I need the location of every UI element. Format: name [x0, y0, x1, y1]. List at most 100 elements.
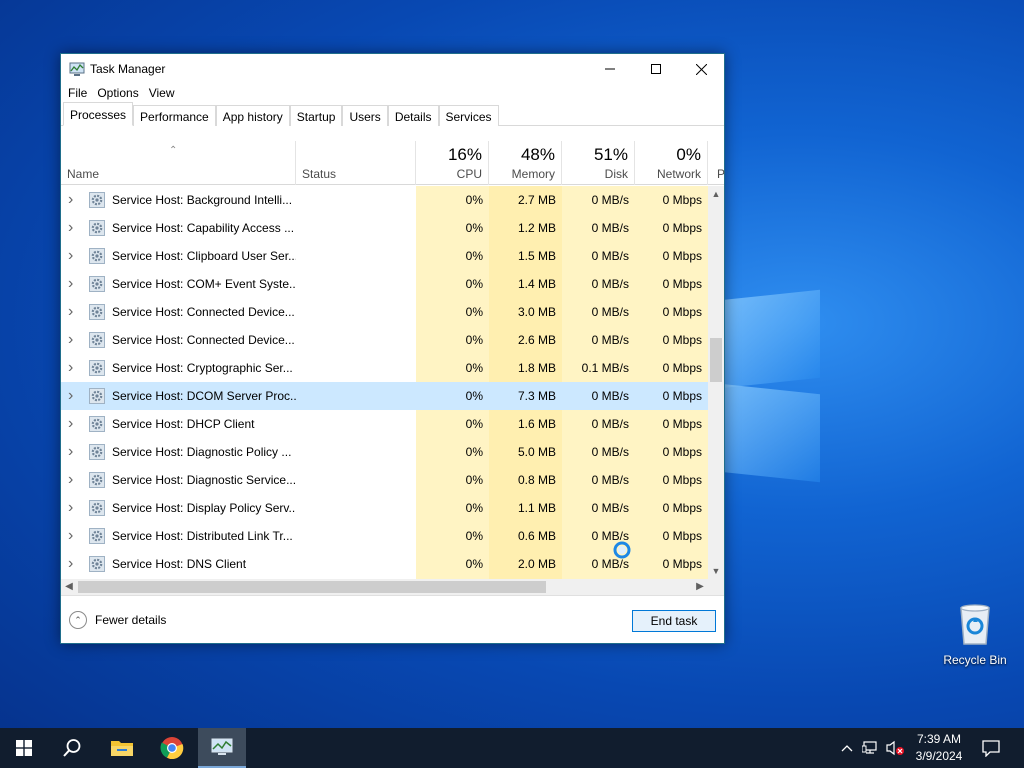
minimize-button[interactable] — [587, 54, 633, 84]
process-row[interactable]: › Service Host: Connected Device... 0% 3.0 … — [61, 298, 708, 326]
vertical-scroll-thumb[interactable] — [710, 338, 722, 382]
expand-chevron-icon[interactable]: › — [68, 466, 73, 494]
end-task-button[interactable]: End task — [632, 610, 716, 632]
scroll-left-icon[interactable]: ◀ — [61, 579, 77, 595]
process-cpu: 0% — [465, 249, 483, 263]
tab-app-history[interactable]: App history — [215, 105, 290, 126]
title-bar[interactable]: Task Manager — [61, 54, 724, 84]
expand-chevron-icon[interactable]: › — [68, 438, 73, 466]
scrollbar-corner — [708, 579, 724, 595]
footer-bar: ⌃ Fewer details End task — [61, 595, 724, 643]
file-explorer-button[interactable] — [98, 728, 146, 768]
process-row[interactable]: › Service Host: Connected Device... 0% 2.6 … — [61, 326, 708, 354]
expand-chevron-icon[interactable]: › — [68, 550, 73, 578]
process-network: 0 Mbps — [662, 193, 702, 207]
notifications-button[interactable] — [978, 728, 1004, 768]
maximize-button[interactable] — [633, 54, 679, 84]
process-row[interactable]: › Service Host: DHCP Client 0% 1.6 MB 0 MB/s… — [61, 410, 708, 438]
busy-cursor-icon — [613, 541, 631, 559]
process-memory: 1.8 MB — [517, 361, 556, 375]
start-button[interactable] — [0, 728, 48, 768]
scroll-up-icon[interactable]: ▲ — [708, 186, 724, 202]
expand-chevron-icon[interactable]: › — [68, 382, 73, 410]
menu-file[interactable]: File — [63, 84, 92, 104]
process-status — [302, 354, 416, 382]
column-header-network[interactable]: 0% Network — [635, 141, 708, 185]
service-gear-icon — [89, 444, 105, 460]
process-memory: 0.8 MB — [517, 473, 556, 487]
horizontal-scrollbar[interactable]: ◀ ▶ — [61, 579, 708, 595]
process-disk: 0 MB/s — [591, 249, 629, 263]
expand-chevron-icon[interactable]: › — [68, 214, 73, 242]
task-manager-taskbar-button[interactable] — [198, 728, 246, 768]
expand-chevron-icon[interactable]: › — [68, 242, 73, 270]
expand-chevron-icon[interactable]: › — [68, 186, 73, 214]
expand-chevron-icon[interactable]: › — [68, 410, 73, 438]
menu-options[interactable]: Options — [92, 84, 143, 104]
expand-chevron-icon[interactable]: › — [68, 270, 73, 298]
process-list: › Service Host: Background Intelli... 0% 2.… — [61, 186, 708, 579]
cpu-total-percent: 16% — [447, 145, 482, 164]
tab-users[interactable]: Users — [342, 105, 388, 126]
expand-chevron-icon[interactable]: › — [68, 298, 73, 326]
process-row[interactable]: › Service Host: Display Policy Serv... 0% 1… — [61, 494, 708, 522]
scroll-down-icon[interactable]: ▼ — [708, 563, 724, 579]
taskbar-clock[interactable]: 7:39 AM 3/9/2024 — [906, 731, 972, 765]
expand-chevron-icon[interactable]: › — [68, 522, 73, 550]
process-row[interactable]: › Service Host: DNS Client 0% 2.0 MB 0 MB/s 0… — [61, 550, 708, 578]
process-cpu: 0% — [465, 193, 483, 207]
tab-performance[interactable]: Performance — [133, 105, 216, 126]
disk-total-percent: 51% — [593, 145, 628, 164]
process-name: Service Host: Cryptographic Ser... — [112, 361, 293, 375]
process-disk: 0 MB/s — [591, 445, 629, 459]
chrome-button[interactable] — [148, 728, 196, 768]
scroll-right-icon[interactable]: ▶ — [692, 579, 708, 595]
process-row[interactable]: › Service Host: Diagnostic Policy ... 0% 5.… — [61, 438, 708, 466]
process-row[interactable]: › Service Host: Cryptographic Ser... 0% 1.8… — [61, 354, 708, 382]
tab-services[interactable]: Services — [438, 105, 499, 126]
process-cpu: 0% — [465, 221, 483, 235]
column-header-name[interactable]: ⌃ Name — [61, 141, 296, 185]
column-header-status[interactable]: Status — [296, 141, 416, 185]
fewer-details-button[interactable]: ⌃ Fewer details — [69, 611, 166, 629]
process-row[interactable]: › Service Host: Background Intelli... 0% 2.… — [61, 186, 708, 214]
start-icon — [16, 740, 32, 756]
process-row[interactable]: › Service Host: Distributed Link Tr... 0% 0… — [61, 522, 708, 550]
process-row[interactable]: › Service Host: DCOM Server Proc... 0% 7.3 … — [61, 382, 708, 410]
close-button[interactable] — [678, 54, 724, 84]
process-row[interactable]: › Service Host: Diagnostic Service... 0% 0.… — [61, 466, 708, 494]
network-tray-button[interactable] — [860, 728, 882, 768]
tab-details[interactable]: Details — [387, 105, 439, 126]
process-network: 0 Mbps — [662, 417, 702, 431]
column-header-memory[interactable]: 48% Memory — [489, 141, 562, 185]
process-network: 0 Mbps — [662, 445, 702, 459]
recycle-bin-desktop-icon[interactable]: Recycle Bin — [938, 600, 1012, 667]
service-gear-icon — [89, 332, 105, 348]
expand-chevron-icon[interactable]: › — [68, 326, 73, 354]
vertical-scrollbar[interactable]: ▲ ▼ — [708, 186, 724, 579]
column-header-cpu[interactable]: 16% CPU — [416, 141, 489, 185]
column-disk-label: Disk — [604, 167, 628, 181]
expand-chevron-icon[interactable]: › — [68, 494, 73, 522]
expand-chevron-icon[interactable]: › — [68, 354, 73, 382]
column-header-power[interactable]: P — [708, 141, 725, 185]
search-button[interactable] — [48, 728, 96, 768]
taskbar: 7:39 AM 3/9/2024 — [0, 728, 1024, 768]
process-memory: 1.1 MB — [517, 501, 556, 515]
column-header-disk[interactable]: 51% Disk — [562, 141, 635, 185]
process-row[interactable]: › Service Host: COM+ Event Syste... 0% 1.4 … — [61, 270, 708, 298]
volume-tray-button[interactable] — [884, 728, 906, 768]
service-gear-icon — [89, 192, 105, 208]
process-disk: 0 MB/s — [591, 473, 629, 487]
process-memory: 1.4 MB — [517, 277, 556, 291]
tab-startup[interactable]: Startup — [289, 105, 343, 126]
horizontal-scroll-thumb[interactable] — [78, 581, 546, 593]
process-network: 0 Mbps — [662, 557, 702, 571]
menu-bar: File Options View — [61, 84, 724, 104]
process-row[interactable]: › Service Host: Capability Access ... 0% 1.… — [61, 214, 708, 242]
process-network: 0 Mbps — [662, 529, 702, 543]
tab-processes[interactable]: Processes — [63, 102, 134, 126]
process-row[interactable]: › Service Host: Clipboard User Ser... 0% 1.… — [61, 242, 708, 270]
show-hidden-icons-button[interactable] — [838, 728, 856, 768]
menu-view[interactable]: View — [144, 84, 180, 104]
